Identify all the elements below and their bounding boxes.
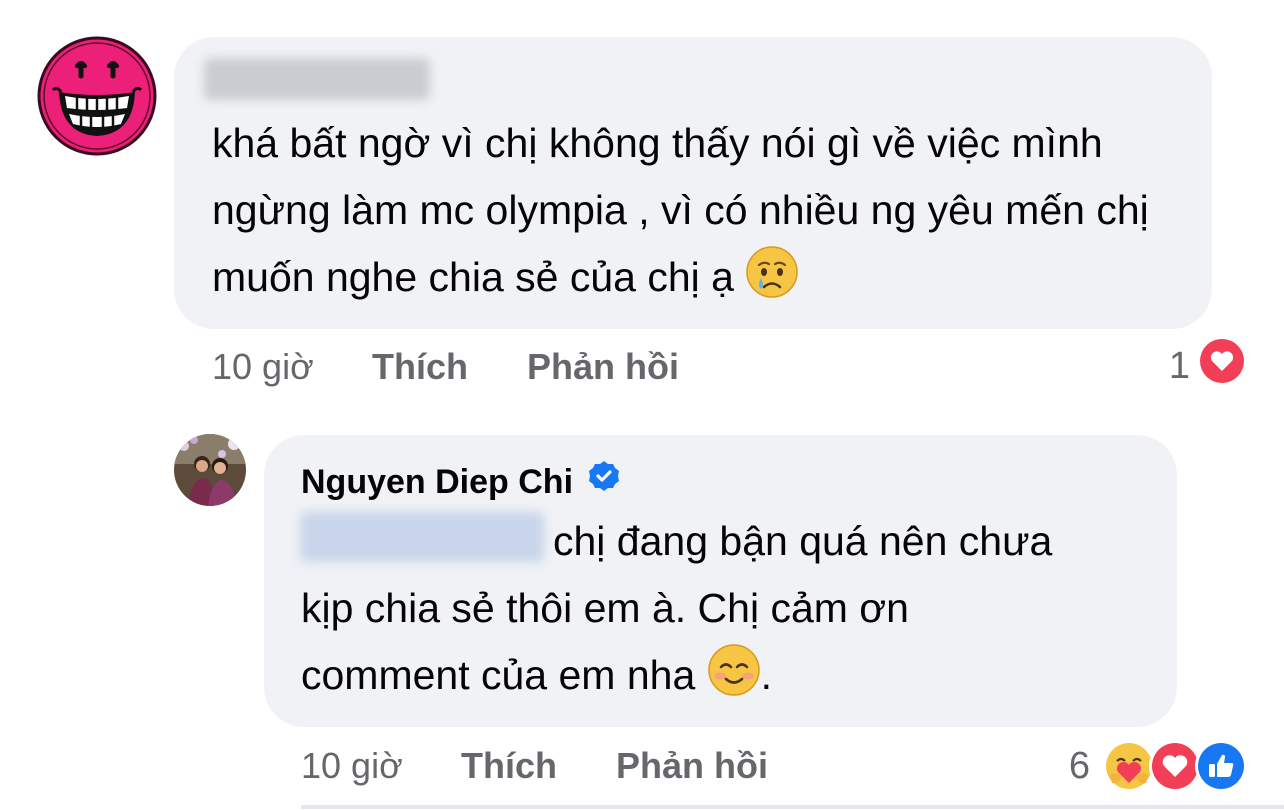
crying-face-icon [745,245,799,319]
like-button[interactable]: Thích [372,343,527,391]
avatar[interactable] [37,36,157,156]
reaction-count: 1 [1168,344,1190,387]
author-name-blurred[interactable] [204,58,430,100]
reply-button[interactable]: Phản hồi [616,742,768,790]
reaction-summary[interactable]: 6 [1069,738,1248,794]
reaction-icons [1102,739,1248,793]
comment-time[interactable]: 10 giờ [301,742,461,790]
verified-badge-icon [587,458,621,506]
like-reaction-icon [1194,739,1248,793]
smiling-face-icon [707,643,761,717]
comment-thread: khá bất ngờ vì chị không thấy nói gì về … [0,0,1284,810]
reply-meta: 10 giờ Thích Phản hồi [301,742,768,790]
author-name-text[interactable]: Nguyen Diep Chi [301,458,573,506]
like-button[interactable]: Thích [461,742,616,790]
love-reaction-icon [1196,335,1248,397]
comment-time[interactable]: 10 giờ [212,343,372,391]
reaction-count: 6 [1068,744,1090,787]
smiley-avatar-icon [37,36,157,156]
divider [301,805,1284,809]
reply-text: chị đang bận quá nên chưa kịp chia sẻ th… [301,508,1161,717]
profile-photo-icon [174,434,246,506]
avatar[interactable] [174,434,246,506]
comment-text: khá bất ngờ vì chị không thấy nói gì về … [212,110,1192,319]
author-name[interactable]: Nguyen Diep Chi [301,458,621,506]
reaction-summary[interactable]: 1 [1168,336,1248,392]
reply-button[interactable]: Phản hồi [527,343,679,391]
comment-meta: 10 giờ Thích Phản hồi [212,343,679,391]
